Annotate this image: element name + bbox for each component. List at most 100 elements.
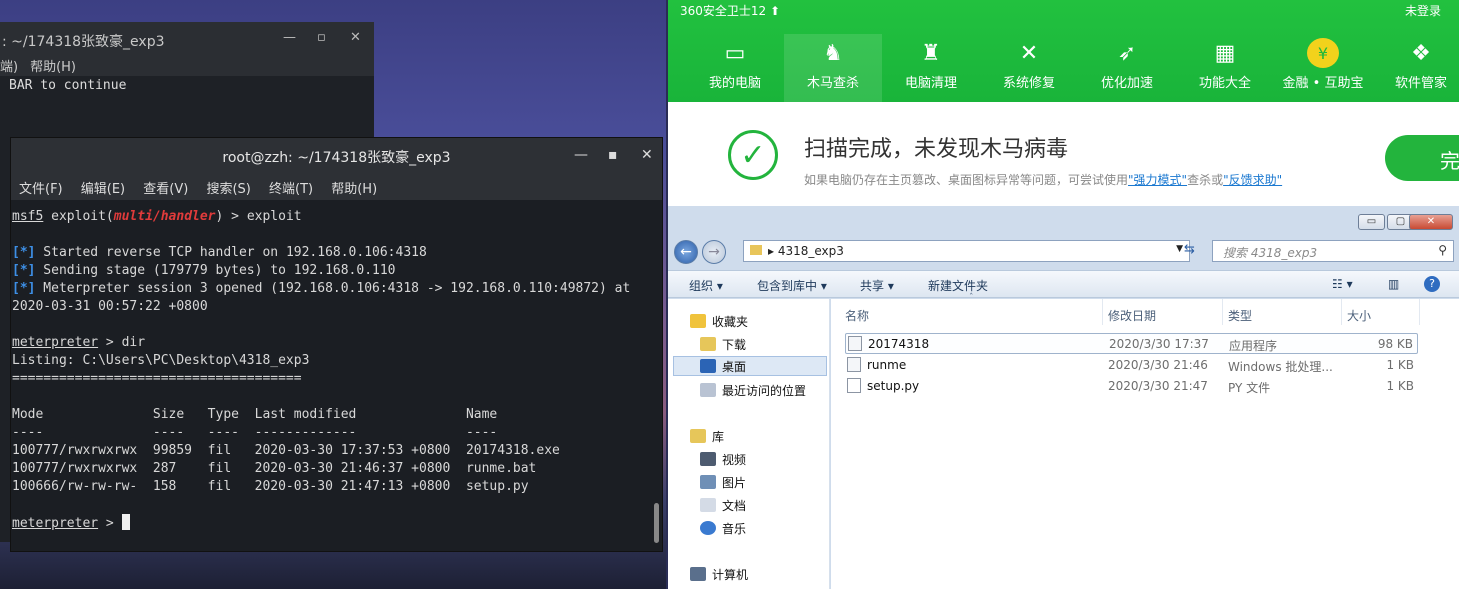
file-row[interactable]: runme 2020/3/30 21:46 Windows 批处理... 1 K… xyxy=(845,355,1418,376)
menu-help[interactable]: 帮助(H) xyxy=(331,182,377,197)
organize-button[interactable]: 组织 ▾ xyxy=(689,277,723,294)
menu-edit[interactable]: 编辑(E) xyxy=(81,182,125,197)
nav-my-computer[interactable]: ▭ 我的电脑 xyxy=(686,34,784,102)
file-row[interactable]: 20174318 2020/3/30 17:37 应用程序 98 KB xyxy=(845,333,1418,354)
batch-file-icon xyxy=(847,357,861,372)
tree-recent[interactable]: 最近访问的位置 xyxy=(700,380,806,400)
back-arrow-icon[interactable]: ← xyxy=(674,240,698,264)
minimize-icon[interactable]: — xyxy=(283,30,296,45)
terminal-scrollbar[interactable] xyxy=(654,503,659,543)
monitor-icon: ▭ xyxy=(724,40,746,66)
maximize-icon[interactable]: ▪ xyxy=(608,147,618,163)
column-size[interactable]: 大小 xyxy=(1347,307,1371,324)
coin-icon: ¥ xyxy=(1307,38,1339,68)
menu-file[interactable]: 文件(F) xyxy=(19,182,63,197)
video-icon xyxy=(700,452,716,466)
include-in-library-button[interactable]: 包含到库中 ▾ xyxy=(757,277,827,294)
nav-cleanup[interactable]: ♜ 电脑清理 xyxy=(882,34,980,102)
terminal-titlebar[interactable]: root@zzh: ~/174318张致豪_exp3 — ▪ ✕ xyxy=(11,138,662,174)
column-type[interactable]: 类型 xyxy=(1228,307,1252,324)
file-type: 应用程序 xyxy=(1229,339,1278,353)
tree-pictures[interactable]: 图片 xyxy=(700,472,746,492)
nav-label: 软件管家 xyxy=(1394,76,1447,91)
scan-result-hint: 如果电脑仍存在主页篡改、桌面图标异常等问题，可尝试使用"强力模式"查杀或"反馈求… xyxy=(804,171,1282,188)
new-folder-button[interactable]: 新建文件夹 xyxy=(928,277,988,294)
app-brand: 360安全卫士12 ⬆ xyxy=(680,4,781,18)
explorer-caption[interactable]: ▭ ▢ ✕ xyxy=(668,206,1459,236)
view-options-icon[interactable]: ☷ ▾ xyxy=(1332,277,1353,291)
minimize-icon[interactable]: ▭ xyxy=(1358,214,1385,230)
scan-result-headline: 扫描完成，未发现木马病毒 xyxy=(804,137,1069,162)
table-row: 100777/rwxrwxrwx 99859 fil 2020-03-30 17… xyxy=(12,443,560,458)
terminal-window[interactable]: root@zzh: ~/174318张致豪_exp3 — ▪ ✕ 文件(F) 编… xyxy=(10,137,663,552)
table-row: 100777/rwxrwxrwx 287 fil 2020-03-30 21:4… xyxy=(12,461,537,476)
tree-downloads[interactable]: 下载 xyxy=(700,334,746,354)
share-button[interactable]: 共享 ▾ xyxy=(860,277,894,294)
file-size: 1 KB xyxy=(1386,358,1414,372)
log-line: Started reverse TCP handler on 192.168.0… xyxy=(35,245,427,260)
command-text: exploit( xyxy=(43,209,114,224)
feedback-link[interactable]: "反馈求助" xyxy=(1223,173,1282,187)
file-type: PY 文件 xyxy=(1228,381,1271,395)
tree-music[interactable]: 音乐 xyxy=(700,518,746,538)
force-mode-link[interactable]: "强力模式" xyxy=(1128,173,1187,187)
address-bar: ← → ▸ 4318_exp3 ▼ ⇆ 搜索 4318_exp3 ⚲ xyxy=(668,238,1459,266)
tree-libraries[interactable]: 库 xyxy=(690,426,724,446)
column-divider[interactable] xyxy=(1419,299,1420,325)
nav-speedup[interactable]: ➶ 优化加速 xyxy=(1078,34,1176,102)
nav-trojan-scan[interactable]: ♞ 木马查杀 xyxy=(784,34,882,102)
done-button[interactable]: 完 xyxy=(1385,135,1459,181)
preview-pane-icon[interactable]: ▥ xyxy=(1388,277,1399,291)
wrench-icon: ✕ xyxy=(1019,40,1039,66)
background-terminal-titlebar[interactable]: : ~/174318张致豪_exp3 — ▫ ✕ xyxy=(0,22,374,56)
minimize-icon[interactable]: — xyxy=(574,147,588,163)
close-icon[interactable]: ✕ xyxy=(641,147,653,163)
star-icon xyxy=(690,314,706,328)
menu-view[interactable]: 查看(V) xyxy=(143,182,188,197)
command-text: > dir xyxy=(98,335,146,350)
column-modified[interactable]: 修改日期 xyxy=(1108,307,1156,324)
menu-search[interactable]: 搜索(S) xyxy=(206,182,250,197)
nav-label: 电脑清理 xyxy=(904,76,957,91)
column-name[interactable]: 名称 xyxy=(845,307,869,324)
help-icon[interactable]: ? xyxy=(1424,276,1440,292)
download-folder-icon xyxy=(700,337,716,351)
meterpreter-prompt: meterpreter xyxy=(12,516,99,531)
listing-line: Listing: C:\Users\PC\Desktop\4318_exp3 xyxy=(12,353,310,368)
nav-software-manager[interactable]: ❖ 软件管家 xyxy=(1372,34,1459,102)
tree-documents[interactable]: 文档 xyxy=(700,495,746,515)
terminal-line: BAR to continue xyxy=(9,78,127,93)
file-explorer-window: ▭ ▢ ✕ ← → ▸ 4318_exp3 ▼ ⇆ 搜索 4318_exp3 ⚲… xyxy=(668,206,1459,589)
meterpreter-prompt: meterpreter xyxy=(12,335,99,350)
file-row[interactable]: setup.py 2020/3/30 21:47 PY 文件 1 KB xyxy=(845,376,1418,397)
terminal-output[interactable]: msf5 exploit(multi/handler) > exploit [*… xyxy=(11,200,662,533)
menu-terminal[interactable]: 终端(T) xyxy=(269,182,313,197)
tree-computer[interactable]: 计算机 xyxy=(690,564,748,584)
nav-system-repair[interactable]: ✕ 系统修复 xyxy=(980,34,1078,102)
nav-all-features[interactable]: ▦ 功能大全 xyxy=(1176,34,1274,102)
nav-label: 优化加速 xyxy=(1100,76,1153,91)
nav-label: 金融 • 互助宝 xyxy=(1282,76,1364,91)
maximize-icon[interactable]: ▫ xyxy=(317,30,326,45)
close-icon[interactable]: ✕ xyxy=(350,30,361,45)
file-name: setup.py xyxy=(867,379,920,393)
terminal-menubar: 文件(F) 编辑(E) 查看(V) 搜索(S) 终端(T) 帮助(H) xyxy=(11,174,662,200)
nav-finance[interactable]: ¥ 金融 • 互助宝 xyxy=(1274,34,1372,102)
menu-terminal[interactable]: 端) xyxy=(0,60,18,75)
tree-favorites[interactable]: 收藏夹 xyxy=(690,311,748,331)
close-icon[interactable]: ✕ xyxy=(1409,214,1453,230)
refresh-icon[interactable]: ⇆ xyxy=(1184,242,1195,257)
column-divider[interactable] xyxy=(1341,299,1342,325)
tree-videos[interactable]: 视频 xyxy=(700,449,746,469)
tree-desktop[interactable]: 桌面 xyxy=(673,356,827,376)
nav-label: 我的电脑 xyxy=(708,76,761,91)
login-link[interactable]: 未登录 xyxy=(1405,2,1441,19)
search-input[interactable]: 搜索 4318_exp3 ⚲ xyxy=(1212,240,1454,262)
column-divider[interactable] xyxy=(1102,299,1103,325)
menu-help[interactable]: 帮助(H) xyxy=(30,60,76,75)
forward-arrow-icon[interactable]: → xyxy=(702,240,726,264)
path-input[interactable]: ▸ 4318_exp3 ▼ xyxy=(743,240,1190,262)
chevron-down-icon[interactable]: ▼ xyxy=(1176,244,1183,254)
file-name: 20174318 xyxy=(868,337,930,351)
column-divider[interactable] xyxy=(1222,299,1223,325)
